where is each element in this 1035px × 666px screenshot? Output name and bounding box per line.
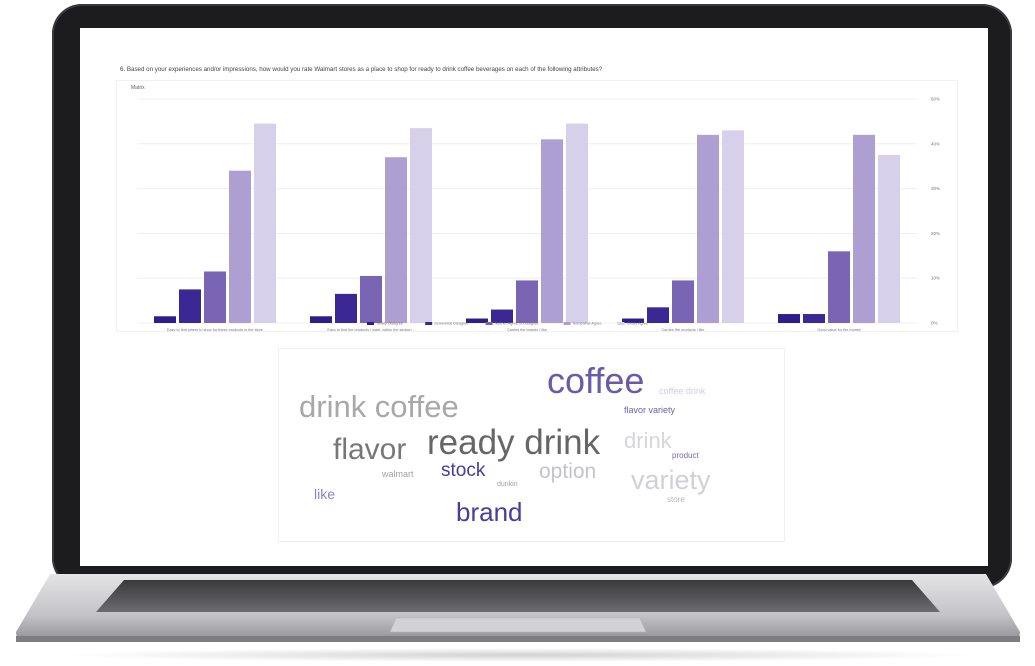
legend-swatch bbox=[485, 322, 493, 325]
x-tick-label: Good value for the money bbox=[817, 328, 861, 331]
word-cloud-term: drink bbox=[624, 428, 672, 453]
bar bbox=[204, 271, 226, 323]
laptop-shadow bbox=[60, 648, 980, 662]
y-tick-label: 30% bbox=[931, 186, 940, 191]
bar bbox=[878, 155, 900, 323]
word-cloud-term: coffee drink bbox=[659, 386, 706, 396]
word-cloud-term: variety bbox=[631, 465, 711, 495]
x-tick-label: Easy to find where to shop for these pro… bbox=[167, 328, 263, 331]
word-cloud-term: walmart bbox=[382, 469, 414, 479]
word-cloud-term: stock bbox=[441, 460, 486, 481]
bar bbox=[154, 316, 176, 323]
bar bbox=[672, 280, 694, 323]
word-cloud-term: flavor variety bbox=[624, 405, 676, 415]
x-tick-label: Carries the products I like bbox=[661, 328, 704, 331]
bar bbox=[466, 318, 488, 323]
bar bbox=[335, 293, 357, 323]
y-tick-label: 50% bbox=[931, 97, 940, 102]
bar bbox=[828, 251, 850, 323]
bar bbox=[778, 314, 800, 323]
x-tick-label: Easy to find the products I want, within… bbox=[327, 328, 414, 331]
bar bbox=[697, 134, 719, 323]
laptop-screen: 6. Based on your experiences and/or impr… bbox=[80, 28, 988, 566]
y-tick-label: 20% bbox=[931, 231, 940, 236]
word-cloud: coffee drink coffee coffee drink flavor var… bbox=[278, 348, 785, 542]
bar bbox=[410, 128, 432, 323]
legend-swatch bbox=[425, 322, 433, 325]
bar bbox=[229, 170, 251, 323]
bar bbox=[385, 157, 407, 323]
bar bbox=[853, 134, 875, 323]
legend-swatch bbox=[563, 322, 571, 325]
word-cloud-term: product bbox=[672, 451, 699, 460]
legend-label: Somewhat Agree bbox=[573, 322, 602, 326]
word-cloud-term: brand bbox=[456, 497, 523, 527]
word-cloud-term: option bbox=[539, 460, 597, 483]
word-cloud-term: dunkin bbox=[497, 481, 518, 488]
legend-swatch bbox=[367, 322, 374, 325]
bar bbox=[310, 316, 332, 323]
bar bbox=[360, 275, 382, 323]
bar bbox=[516, 280, 538, 323]
word-cloud-term: ready drink bbox=[427, 423, 601, 462]
word-cloud-term: drink coffee bbox=[299, 389, 459, 424]
bar bbox=[803, 314, 825, 323]
legend-label: Totally Disagree bbox=[376, 322, 403, 326]
legend-swatch bbox=[617, 322, 625, 325]
word-cloud-term: store bbox=[667, 495, 685, 504]
word-cloud-term: like bbox=[314, 486, 336, 502]
bar-chart: 0% 10% 20% 30% 40% 50% Easy to find where to s… bbox=[137, 97, 940, 331]
word-cloud-term: coffee bbox=[547, 360, 645, 401]
bar bbox=[254, 123, 276, 323]
word-cloud-term: flavor bbox=[333, 433, 407, 466]
legend-label: Somewhat Disagree bbox=[434, 322, 468, 326]
laptop-base bbox=[14, 574, 1022, 646]
bar bbox=[566, 123, 588, 323]
legend-label: Totally Agree bbox=[626, 322, 648, 326]
bar bbox=[722, 130, 744, 323]
y-tick-label: 10% bbox=[931, 276, 940, 281]
y-tick-label: 0% bbox=[931, 321, 938, 326]
bar bbox=[179, 289, 201, 323]
bar bbox=[647, 307, 669, 323]
x-tick-label: Carries the brands I like bbox=[507, 328, 547, 331]
bar-chart-card: Matrix 0% 10% 20% 30% 40% 50% Easy to find whe… bbox=[116, 80, 958, 332]
y-tick-label: 40% bbox=[931, 141, 940, 146]
legend-label: Neither Agree or Disagree bbox=[495, 322, 539, 326]
survey-question: 6. Based on your experiences and/or impr… bbox=[120, 66, 603, 73]
bar bbox=[541, 139, 563, 323]
